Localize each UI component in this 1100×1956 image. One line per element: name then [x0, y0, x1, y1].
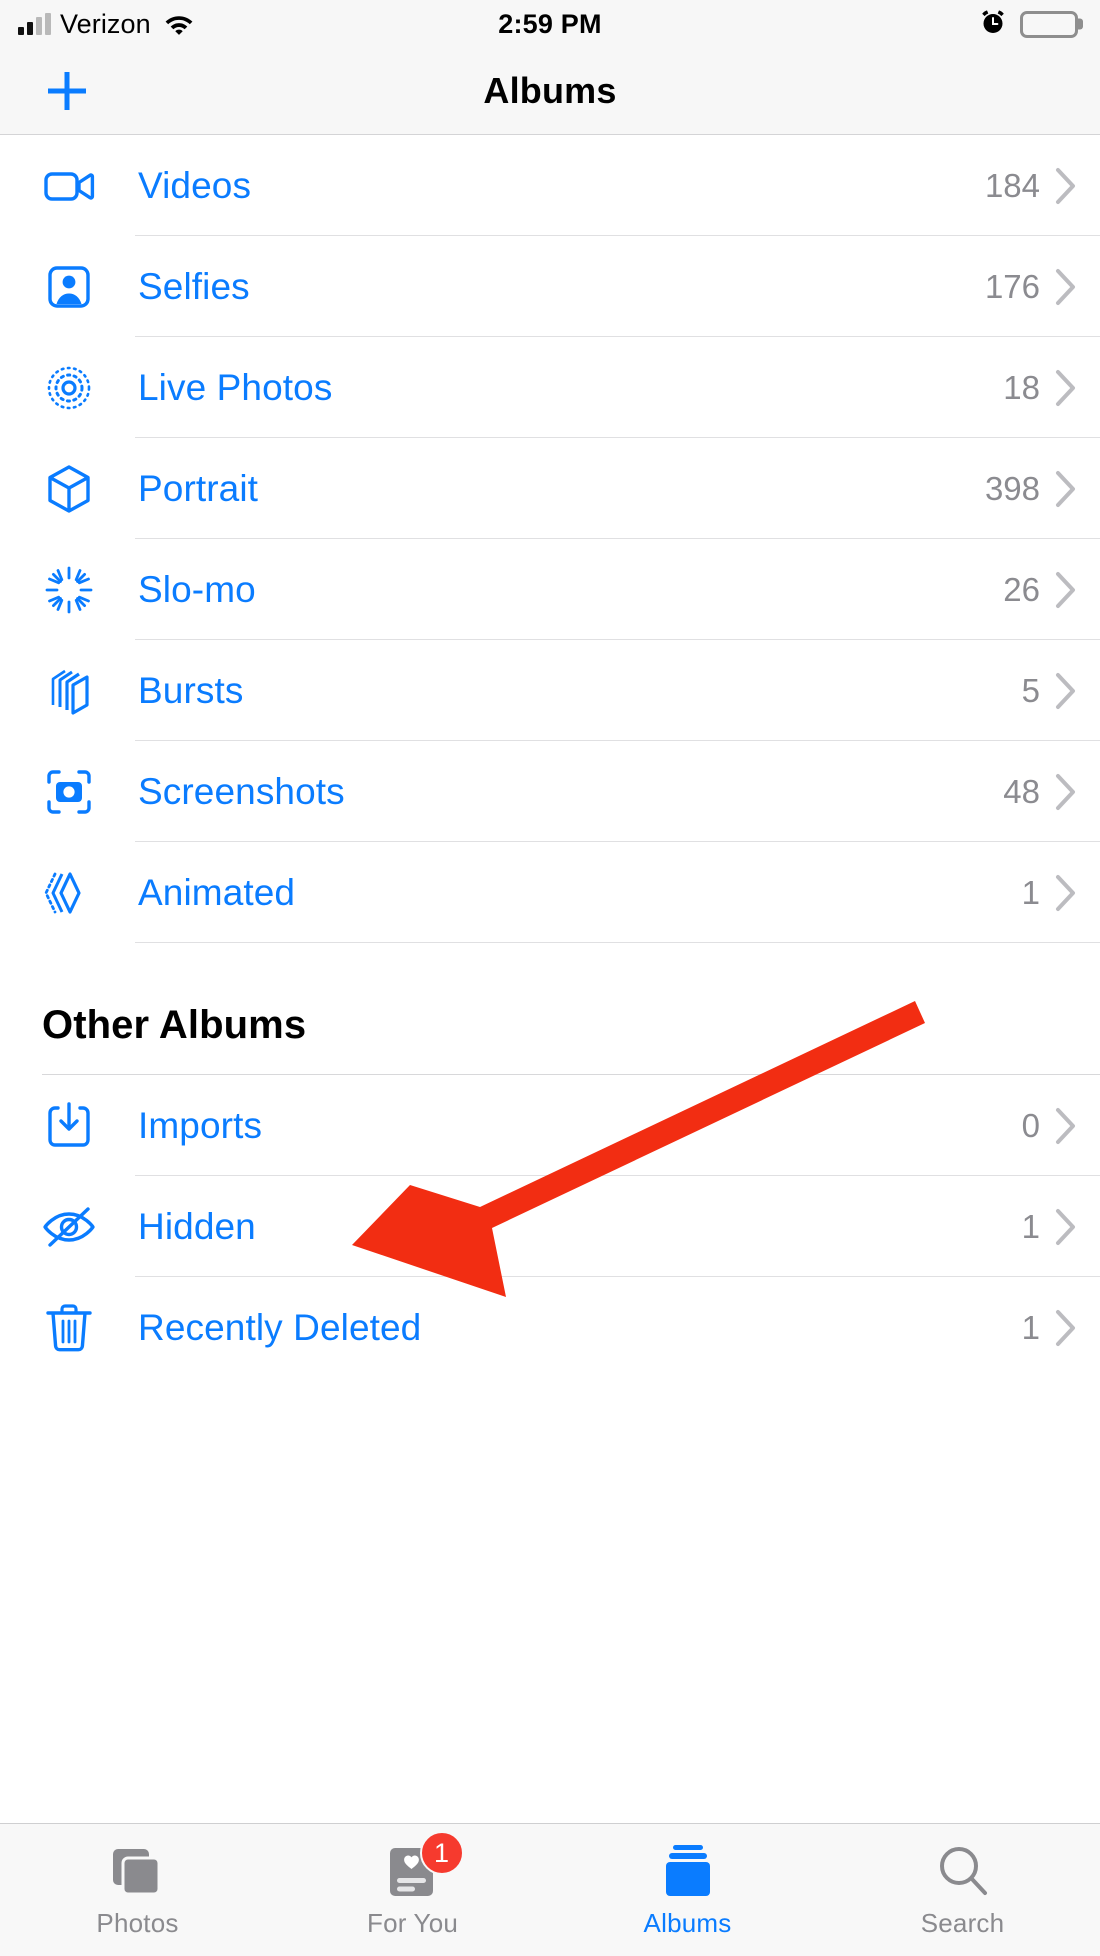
chevron-right-icon — [1054, 469, 1100, 509]
album-row-slo-mo[interactable]: Slo-mo 26 — [0, 539, 1100, 640]
album-row-screenshots[interactable]: Screenshots 48 — [0, 741, 1100, 842]
album-label: Slo-mo — [138, 568, 256, 610]
album-row-imports[interactable]: Imports 0 — [0, 1075, 1100, 1176]
album-count: 26 — [1003, 570, 1040, 608]
import-tray-icon — [38, 1095, 100, 1157]
album-label: Selfies — [138, 265, 250, 307]
eye-slash-icon — [38, 1196, 100, 1258]
animated-icon — [38, 862, 100, 924]
album-label: Hidden — [138, 1205, 256, 1247]
video-camera-icon — [38, 155, 100, 217]
bursts-icon — [38, 660, 100, 722]
battery-icon — [1020, 10, 1078, 38]
album-count: 184 — [984, 166, 1040, 204]
album-label: Portrait — [138, 467, 259, 509]
album-label: Animated — [138, 871, 296, 913]
album-count: 5 — [1021, 671, 1040, 709]
screenshot-icon — [38, 761, 100, 823]
album-count: 1 — [1021, 1308, 1040, 1346]
album-count: 176 — [984, 267, 1040, 305]
other-albums-list: Imports 0 Hidden 1 Recently Deleted 1 — [0, 1075, 1100, 1378]
album-count: 48 — [1003, 772, 1040, 810]
trash-icon — [38, 1297, 100, 1359]
chevron-right-icon — [1054, 1106, 1100, 1146]
album-count: 1 — [1021, 1207, 1040, 1245]
album-label: Bursts — [138, 669, 244, 711]
album-row-portrait[interactable]: Portrait 398 — [0, 438, 1100, 539]
chevron-right-icon — [1054, 1207, 1100, 1247]
tab-for-you[interactable]: 1 For You — [275, 1824, 550, 1956]
for-you-badge: 1 — [419, 1831, 464, 1875]
album-label: Videos — [138, 164, 252, 206]
slo-mo-icon — [38, 559, 100, 621]
chevron-right-icon — [1054, 671, 1100, 711]
live-photo-icon — [38, 357, 100, 419]
clock-label: 2:59 PM — [498, 8, 602, 39]
album-row-videos[interactable]: Videos 184 — [0, 135, 1100, 236]
albums-stack-icon — [659, 1841, 717, 1899]
photos-albums-screen: Verizon 2:59 PM Albums Videos 184 Selfie… — [0, 0, 1100, 1956]
tab-label: Albums — [643, 1908, 732, 1938]
album-row-recently-deleted[interactable]: Recently Deleted 1 — [0, 1277, 1100, 1378]
chevron-right-icon — [1054, 772, 1100, 812]
albums-scroll-content[interactable]: Videos 184 Selfies 176 Live Photos 18 Po… — [0, 135, 1100, 1823]
chevron-right-icon — [1054, 267, 1100, 307]
tab-bar: Photos 1 For You Albums Search — [0, 1823, 1100, 1956]
chevron-right-icon — [1054, 1308, 1100, 1348]
album-count: 0 — [1021, 1106, 1040, 1144]
album-row-animated[interactable]: Animated 1 — [0, 842, 1100, 943]
album-row-hidden[interactable]: Hidden 1 — [0, 1176, 1100, 1277]
album-count: 1 — [1021, 873, 1040, 911]
album-label: Screenshots — [138, 770, 345, 812]
tab-label: Photos — [96, 1908, 179, 1938]
tab-albums[interactable]: Albums — [550, 1824, 825, 1956]
chevron-right-icon — [1054, 368, 1100, 408]
album-row-live-photos[interactable]: Live Photos 18 — [0, 337, 1100, 438]
media-types-list: Videos 184 Selfies 176 Live Photos 18 Po… — [0, 135, 1100, 943]
album-count: 18 — [1003, 368, 1040, 406]
tab-photos[interactable]: Photos — [0, 1824, 275, 1956]
search-icon — [935, 1841, 991, 1899]
chevron-right-icon — [1054, 570, 1100, 610]
for-you-card-icon: 1 — [386, 1831, 464, 1899]
photos-stack-icon — [109, 1841, 167, 1899]
album-label: Recently Deleted — [138, 1306, 422, 1348]
chevron-right-icon — [1054, 873, 1100, 913]
album-row-bursts[interactable]: Bursts 5 — [0, 640, 1100, 741]
status-bar: Verizon 2:59 PM — [0, 0, 1100, 48]
other-albums-heading: Other Albums — [42, 1003, 307, 1047]
tab-label: For You — [366, 1908, 459, 1938]
navigation-bar: Albums — [0, 48, 1100, 135]
album-count: 398 — [984, 469, 1040, 507]
cube-icon — [38, 458, 100, 520]
chevron-right-icon — [1054, 166, 1100, 206]
person-portrait-icon — [38, 256, 100, 318]
page-title: Albums — [483, 70, 617, 111]
tab-label: Search — [920, 1908, 1005, 1938]
album-row-selfies[interactable]: Selfies 176 — [0, 236, 1100, 337]
tab-search[interactable]: Search — [825, 1824, 1100, 1956]
album-label: Live Photos — [138, 366, 333, 408]
album-label: Imports — [138, 1104, 263, 1146]
